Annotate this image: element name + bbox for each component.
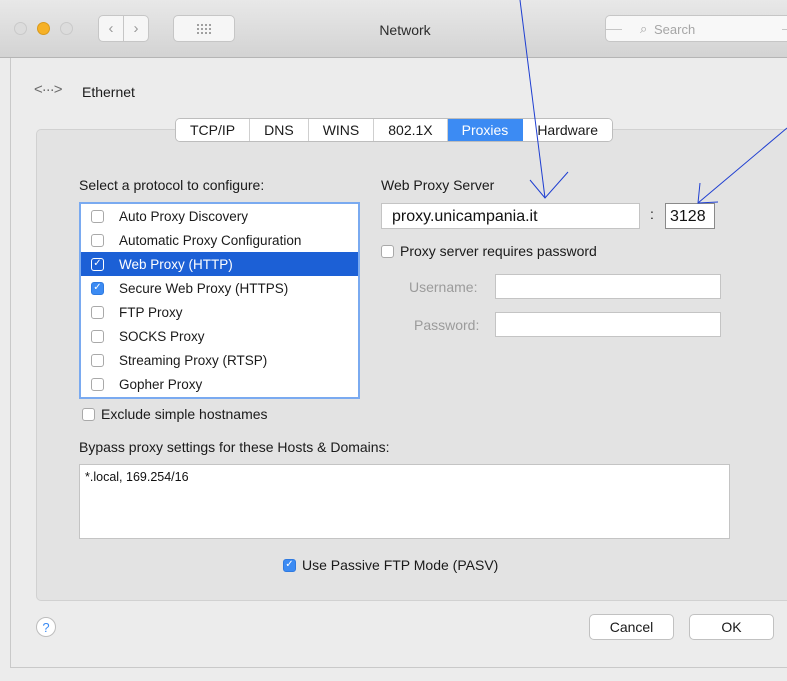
search-input[interactable]: ⌕ Search	[605, 15, 787, 42]
search-divider-right	[782, 29, 787, 30]
checkmark-icon: ✓	[93, 282, 102, 293]
tab-wins[interactable]: WINS	[308, 119, 375, 141]
help-button[interactable]: ?	[36, 617, 56, 637]
exclude-simple-hostnames-checkbox[interactable]	[82, 407, 95, 421]
tab-hardware[interactable]: Hardware	[523, 119, 613, 141]
checkbox[interactable]	[91, 353, 104, 367]
search-placeholder: Search	[654, 22, 696, 37]
protocol-automatic-proxy-configuration[interactable]: Automatic Proxy Configuration	[81, 228, 358, 252]
ethernet-icon: <···>	[34, 81, 62, 98]
exclude-simple-hostnames-label: Exclude simple hostnames	[101, 406, 268, 422]
tab-8021x[interactable]: 802.1X	[374, 119, 448, 141]
protocol-streaming-proxy-rtsp[interactable]: Streaming Proxy (RTSP)	[81, 348, 358, 372]
requires-password-checkbox[interactable]	[381, 244, 394, 258]
list-item-label: SOCKS Proxy	[119, 328, 205, 344]
passive-ftp-label: Use Passive FTP Mode (PASV)	[302, 557, 499, 573]
checkbox[interactable]	[91, 233, 104, 247]
list-item-label: Gopher Proxy	[119, 376, 203, 392]
list-item-label: Streaming Proxy (RTSP)	[119, 352, 268, 368]
tab-proxies[interactable]: Proxies	[447, 119, 524, 141]
port-separator: :	[650, 206, 654, 222]
checkmark-icon: ✓	[93, 258, 102, 269]
proxy-host-field[interactable]: proxy.unicampania.it	[381, 203, 640, 229]
proxy-server-heading: Web Proxy Server	[381, 177, 495, 193]
search-divider	[606, 29, 622, 30]
network-window: ‹ › Network ⌕ Search <···> Ethernet TCP/…	[0, 0, 787, 681]
protocol-secure-web-proxy-https[interactable]: ✓ Secure Web Proxy (HTTPS)	[81, 276, 358, 300]
title-bar: ‹ › Network ⌕ Search	[0, 0, 787, 58]
tab-tcpip[interactable]: TCP/IP	[176, 119, 251, 141]
checkbox[interactable]	[91, 209, 104, 223]
protocol-list-heading: Select a protocol to configure:	[79, 177, 265, 193]
checkbox[interactable]: ✓	[91, 281, 104, 295]
list-item-label: FTP Proxy	[119, 304, 183, 320]
passive-ftp-checkbox[interactable]: ✓	[283, 558, 296, 572]
cancel-button[interactable]: Cancel	[589, 614, 674, 640]
list-item-label: Web Proxy (HTTP)	[119, 256, 233, 272]
exclude-simple-hostnames[interactable]: Exclude simple hostnames	[82, 406, 268, 422]
checkmark-icon: ✓	[285, 559, 294, 570]
passive-ftp-mode[interactable]: ✓ Use Passive FTP Mode (PASV)	[283, 557, 498, 573]
password-field[interactable]	[495, 312, 721, 337]
protocol-web-proxy-http[interactable]: ✓ Web Proxy (HTTP)	[81, 252, 358, 276]
checkbox[interactable]	[91, 329, 104, 343]
password-label: Password:	[414, 317, 480, 333]
list-item-label: Secure Web Proxy (HTTPS)	[119, 280, 289, 296]
requires-password-label: Proxy server requires password	[400, 243, 597, 259]
list-item-label: Auto Proxy Discovery	[119, 208, 249, 224]
protocol-gopher-proxy[interactable]: Gopher Proxy	[81, 372, 358, 396]
proxy-port-field[interactable]: 3128	[665, 203, 715, 229]
protocol-auto-proxy-discovery[interactable]: Auto Proxy Discovery	[81, 204, 358, 228]
bypass-hosts-textarea[interactable]: *.local, 169.254/16	[79, 464, 730, 539]
service-name: Ethernet	[82, 84, 135, 100]
requires-password[interactable]: Proxy server requires password	[381, 243, 597, 259]
tab-bar: TCP/IP DNS WINS 802.1X Proxies Hardware	[175, 118, 614, 142]
tab-dns[interactable]: DNS	[250, 119, 309, 141]
search-icon: ⌕	[640, 21, 648, 36]
protocol-list[interactable]: Auto Proxy Discovery Automatic Proxy Con…	[79, 202, 360, 399]
checkbox[interactable]	[91, 305, 104, 319]
ok-button[interactable]: OK	[689, 614, 774, 640]
username-field[interactable]	[495, 274, 721, 299]
list-item-label: Automatic Proxy Configuration	[119, 232, 302, 248]
checkbox[interactable]: ✓	[91, 257, 104, 271]
checkbox[interactable]	[91, 377, 104, 391]
username-label: Username:	[409, 279, 478, 295]
protocol-socks-proxy[interactable]: SOCKS Proxy	[81, 324, 358, 348]
bypass-heading: Bypass proxy settings for these Hosts & …	[79, 439, 390, 455]
protocol-ftp-proxy[interactable]: FTP Proxy	[81, 300, 358, 324]
